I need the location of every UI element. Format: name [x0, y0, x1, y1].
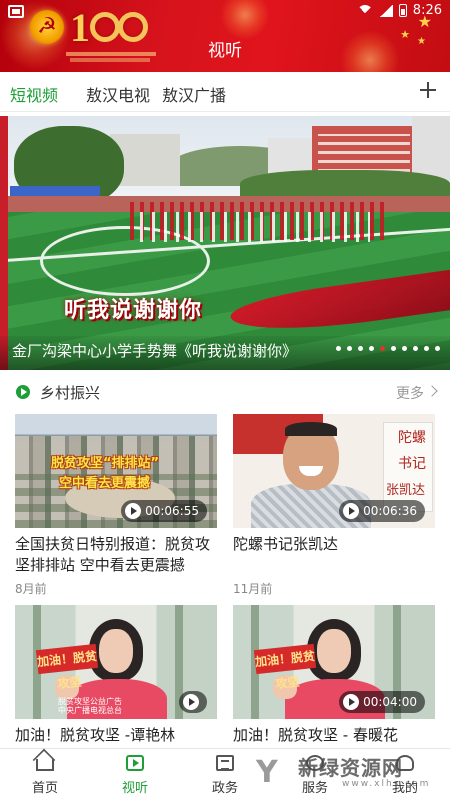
carousel-dot[interactable]	[336, 346, 341, 351]
play-badge	[179, 691, 207, 713]
carousel-dot[interactable]	[413, 346, 418, 351]
nav-label: 视听	[121, 781, 148, 796]
video-title[interactable]: 加油！脱贫攻坚 - 春暖花	[233, 725, 439, 746]
thumbnail-text: 脱贫攻坚“排排站”	[51, 456, 160, 471]
page-title: 视听	[208, 41, 242, 61]
video-card[interactable]: 陀螺 书记 张凯达 00:06:36 陀螺书记张凯达 11月前	[233, 414, 435, 596]
news-icon	[216, 755, 234, 771]
channel-tabbar: 短视频 敖汉电视 敖汉广播	[0, 72, 450, 112]
nav-item-home[interactable]: 首页	[0, 749, 90, 800]
video-card[interactable]: 脱贫攻坚“排排站” 空中看去更震撼 00:06:55 全国扶贫日特别报道：脱贫攻…	[15, 414, 217, 596]
carousel-dot[interactable]	[391, 346, 396, 351]
watermark-subtext: www.xlhs.com	[342, 779, 431, 789]
thumbnail-sign: 加油！脱贫攻坚	[253, 643, 317, 691]
video-title[interactable]: 全国扶贫日特别报道：脱贫攻坚排排站 空中看去更震撼	[15, 534, 221, 576]
tab-short-video[interactable]: 短视频	[10, 82, 58, 106]
carousel-dot[interactable]	[424, 346, 429, 351]
carousel-dot[interactable]	[347, 346, 352, 351]
status-bar: 8:26	[0, 0, 450, 24]
carousel-dot[interactable]	[402, 346, 407, 351]
carousel-dot[interactable]	[369, 346, 374, 351]
duration-badge: 00:06:36	[339, 500, 425, 522]
tab-aohan-tv[interactable]: 敖汉电视	[86, 82, 150, 106]
signal-icon	[378, 4, 393, 17]
video-thumbnail[interactable]: 加油！脱贫攻坚 00:04:00	[233, 605, 435, 719]
banner-carousel[interactable]: 听我说谢谢你 金厂沟梁中心小学手势舞《听我说谢谢你》	[0, 116, 450, 370]
add-channel-button[interactable]	[416, 78, 440, 102]
more-link[interactable]: 更多	[396, 383, 424, 403]
video-thumbnail[interactable]: 脱贫攻坚“排排站” 空中看去更震撼 00:06:55	[15, 414, 217, 528]
notification-icon	[8, 5, 24, 18]
banner-caption: 金厂沟梁中心小学手势舞《听我说谢谢你》	[12, 342, 298, 360]
play-circle-icon	[16, 385, 30, 399]
home-icon	[36, 759, 54, 771]
duration-badge: 00:04:00	[339, 691, 425, 713]
carousel-indicator	[336, 346, 440, 351]
carousel-dot[interactable]	[435, 346, 440, 351]
duration-badge: 00:06:55	[121, 500, 207, 522]
play-icon	[183, 694, 199, 710]
video-card[interactable]: 加油！脱贫攻坚 00:04:00 加油！脱贫攻坚 - 春暖花	[233, 605, 435, 748]
battery-icon	[398, 4, 407, 17]
watermark-text: 新绿资源网	[298, 756, 403, 780]
play-icon	[343, 503, 360, 519]
carousel-dot[interactable]	[380, 346, 385, 351]
watermark-logo-icon: Y	[256, 755, 278, 790]
section-header: 乡村振兴 更多	[0, 374, 450, 410]
video-icon	[126, 755, 144, 771]
site-watermark: Y 新绿资源网 www.xlhs.com	[256, 752, 446, 796]
video-card[interactable]: 加油！脱贫攻坚 脱贫攻坚公益广告 中央广播电视总台 加油！脱贫攻坚 -谭艳林	[15, 605, 217, 748]
video-title[interactable]: 陀螺书记张凯达	[233, 534, 439, 555]
nav-item-video[interactable]: 视听	[90, 749, 180, 800]
section-title: 乡村振兴	[40, 384, 101, 402]
carousel-dot[interactable]	[358, 346, 363, 351]
banner-overlay-title: 听我说谢谢你	[64, 297, 203, 323]
video-time: 8月前	[15, 582, 47, 596]
play-icon	[343, 694, 360, 710]
video-title[interactable]: 加油！脱贫攻坚 -谭艳林	[15, 725, 221, 746]
book-cover: 陀螺 书记 张凯达	[383, 422, 433, 512]
play-icon	[125, 503, 142, 519]
thumbnail-text: 空中看去更震撼	[59, 476, 151, 491]
nav-label: 首页	[31, 781, 58, 796]
tab-aohan-radio[interactable]: 敖汉广播	[162, 82, 226, 106]
video-time: 11月前	[233, 582, 273, 596]
video-thumbnail[interactable]: 加油！脱贫攻坚 脱贫攻坚公益广告 中央广播电视总台	[15, 605, 217, 719]
wifi-icon	[356, 4, 373, 21]
thumbnail-label: 脱贫攻坚公益广告 中央广播电视总台	[58, 697, 122, 715]
chevron-right-icon[interactable]	[426, 385, 438, 397]
app-header: 8:26 1 ★ ★ ★ 视听	[0, 0, 450, 72]
thumbnail-sign: 加油！脱贫攻坚	[35, 643, 99, 691]
video-thumbnail[interactable]: 陀螺 书记 张凯达 00:06:36	[233, 414, 435, 528]
